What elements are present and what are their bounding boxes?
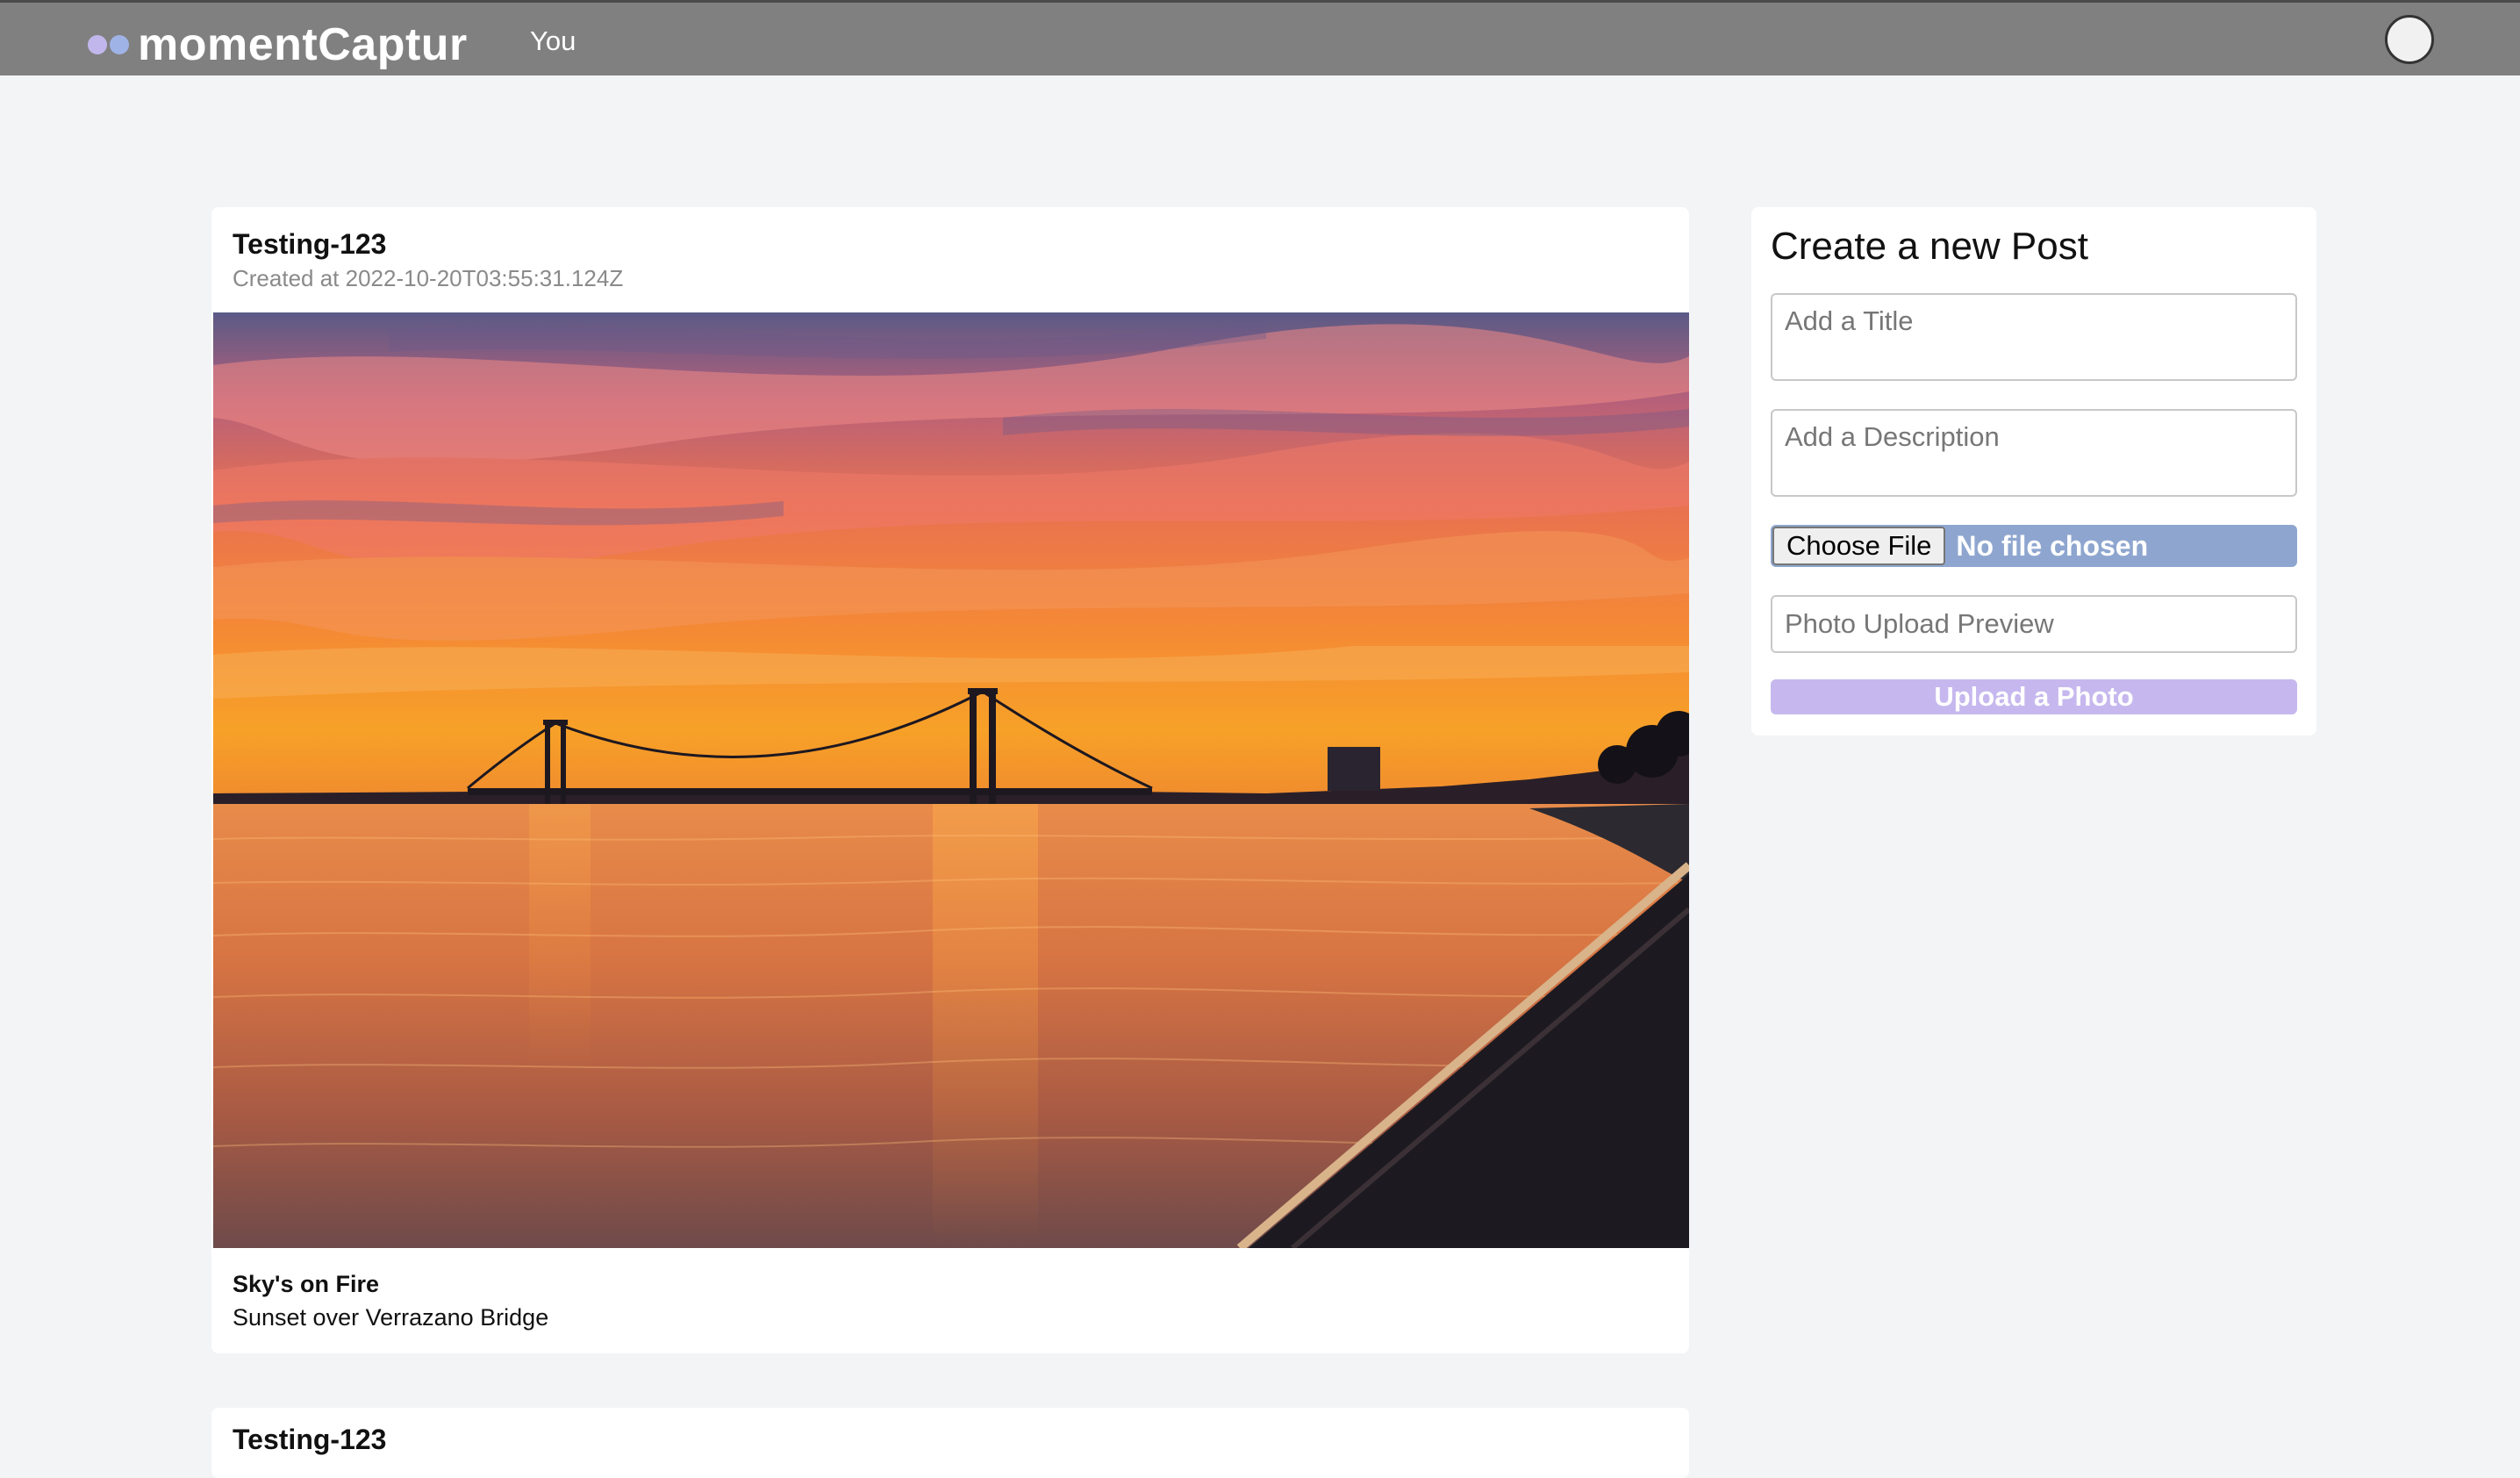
create-post-panel: Create a new Post Choose File No file ch… (1751, 207, 2316, 735)
post-title-input[interactable] (1771, 293, 2297, 381)
nav-link-you[interactable]: You (530, 25, 576, 57)
no-file-chosen-label: No file chosen (1956, 529, 2149, 562)
post-description-input[interactable] (1771, 409, 2297, 497)
top-navbar: momentCaptur You (0, 0, 2520, 75)
create-post-heading: Create a new Post (1771, 225, 2088, 268)
post-card: Testing-123 (211, 1408, 1689, 1478)
post-title: Testing-123 (233, 1424, 387, 1455)
post-caption-title: Sky's on Fire (233, 1271, 379, 1297)
file-input[interactable]: Choose File No file chosen (1771, 525, 2297, 567)
post-card: Testing-123 Created at 2022-10-20T03:55:… (211, 207, 1689, 1353)
upload-photo-button[interactable]: Upload a Photo (1771, 679, 2297, 714)
photo-upload-preview-field[interactable] (1771, 595, 2297, 653)
post-created-date: Created at 2022-10-20T03:55:31.124Z (233, 265, 624, 291)
brand-name: momentCaptur (138, 19, 468, 70)
user-avatar[interactable] (2385, 15, 2434, 64)
brand-logo[interactable]: momentCaptur (88, 18, 468, 71)
post-title: Testing-123 (233, 228, 387, 260)
post-caption-description: Sunset over Verrazano Bridge (233, 1304, 549, 1331)
choose-file-button[interactable]: Choose File (1772, 527, 1946, 565)
post-photo (213, 312, 1689, 1248)
logo-dots-icon (88, 35, 129, 54)
